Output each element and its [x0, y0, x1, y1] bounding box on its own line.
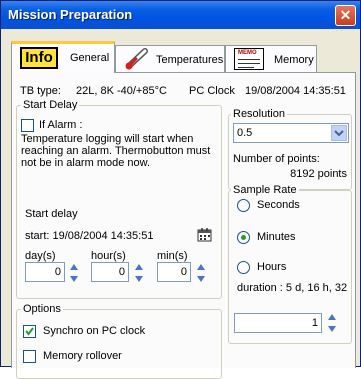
tb-type-label: TB type: [20, 85, 61, 97]
mission-preparation-window: Mission Preparation ✕ Info General Tempe… [0, 0, 361, 379]
duration-text: duration : 5 d, 16 h, 32 [237, 282, 348, 294]
tab-memory-label: Memory [274, 54, 314, 66]
mins-label: min(s) [157, 250, 188, 262]
start-delay-group: Start Delay If Alarm : Temperature loggi… [16, 99, 222, 299]
thermometer-icon [123, 48, 151, 73]
if-alarm-label: If Alarm : [39, 119, 83, 131]
sample-rate-input[interactable]: 1 [234, 313, 322, 333]
memory-rollover-label: Memory rollover [43, 350, 122, 362]
memo-icon: MEMO [234, 48, 264, 70]
seconds-label: Seconds [257, 199, 300, 211]
tab-general-label: General [70, 52, 110, 64]
minutes-label: Minutes [257, 231, 296, 243]
memory-rollover-checkbox[interactable] [23, 350, 36, 363]
info-icon: Info [20, 47, 58, 69]
hours-spinner[interactable] [134, 262, 144, 284]
pc-clock-label: PC Clock [189, 85, 235, 97]
alarm-description-line-2: reaching an alarm. Thermobutton must [21, 145, 211, 157]
days-input[interactable]: 0 [25, 262, 65, 282]
resolution-selected-value: 0.5 [237, 127, 253, 139]
tab-general[interactable]: Info General [11, 41, 115, 73]
days-label: day(s) [25, 250, 56, 262]
general-tab-panel: TB type: 22L, 8K -40/+85°C PC Clock 19/0… [11, 72, 356, 379]
selected-dot [241, 235, 246, 240]
tb-type-value: 22L, 8K -40/+85°C [76, 85, 167, 97]
seconds-radio[interactable] [237, 199, 250, 212]
synchro-label: Synchro on PC clock [43, 325, 146, 337]
calendar-icon[interactable] [197, 227, 213, 242]
points-label: Number of points: [233, 153, 320, 165]
sample-rate-group: Sample Rate Seconds Minutes Hours durati… [228, 184, 352, 344]
hours-label: Hours [257, 261, 287, 273]
hours-label: hour(s) [91, 250, 126, 262]
resolution-group: Resolution 0.5 Number of points: 8192 po… [228, 108, 352, 190]
start-delay-legend: Start Delay [21, 99, 80, 111]
start-datetime: start: 19/08/2004 14:35:51 [25, 230, 154, 242]
chevron-down-icon[interactable] [331, 125, 347, 141]
mins-spinner[interactable] [196, 262, 206, 284]
title-bar[interactable]: Mission Preparation ✕ [1, 1, 360, 29]
if-alarm-checkbox[interactable] [21, 119, 34, 132]
tab-memory[interactable]: MEMO Memory [225, 45, 317, 73]
synchro-checkbox[interactable] [23, 325, 36, 338]
window-title: Mission Preparation [8, 7, 133, 22]
options-group: Options Synchro on PC clock Memory rollo… [16, 303, 222, 379]
minutes-radio[interactable] [237, 231, 250, 244]
close-button[interactable]: ✕ [335, 5, 356, 26]
pc-clock-value: 19/08/2004 14:35:51 [245, 85, 346, 97]
start-delay-title: Start delay [25, 208, 78, 220]
points-value: 8192 points [290, 168, 347, 180]
options-legend: Options [21, 303, 63, 315]
resolution-legend: Resolution [231, 108, 287, 120]
days-spinner[interactable] [69, 262, 79, 284]
tab-temperatures-label: Temperatures [156, 54, 224, 66]
resolution-select[interactable]: 0.5 [233, 123, 349, 143]
mins-input[interactable]: 0 [157, 262, 191, 282]
hours-input[interactable]: 0 [91, 262, 129, 282]
tab-temperatures[interactable]: Temperatures [115, 45, 225, 73]
alarm-description-line-1: Temperature logging will start when [21, 133, 194, 145]
hours-radio[interactable] [237, 261, 250, 274]
sample-rate-spinner[interactable] [327, 312, 337, 334]
alarm-description-line-3: not be in alarm mode now. [21, 157, 151, 169]
sample-rate-legend: Sample Rate [231, 184, 299, 196]
